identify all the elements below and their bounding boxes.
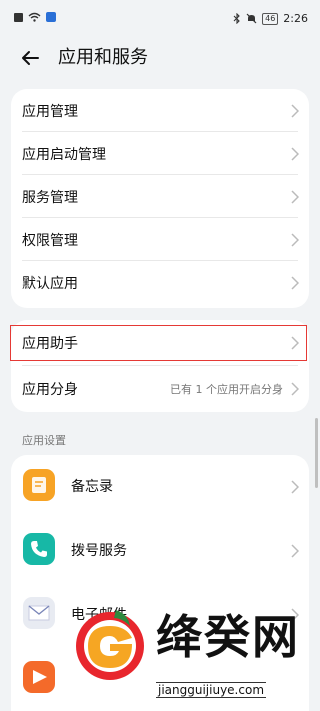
app-item-memo[interactable]: 备忘录 — [11, 455, 309, 519]
mail-app-icon — [23, 597, 55, 629]
menu-item-app-twin[interactable]: 应用分身 已有 1 个应用开启分身 — [11, 366, 309, 412]
video-app-icon — [23, 661, 55, 693]
chevron-right-icon — [291, 232, 299, 247]
wifi-icon — [28, 12, 41, 22]
menu-item-label: 默认应用 — [22, 275, 78, 292]
status-time: 2:26 — [283, 12, 308, 25]
bluetooth-icon — [233, 13, 240, 24]
status-bar: 46 2:26 — [0, 0, 320, 36]
page-header: 应用和服务 — [0, 40, 320, 76]
menu-item-label: 应用管理 — [22, 103, 78, 120]
scrollbar[interactable] — [315, 418, 318, 488]
chevron-right-icon — [291, 146, 299, 161]
chevron-right-icon — [291, 480, 299, 494]
settings-group-assist: 应用助手 应用分身 已有 1 个应用开启分身 — [11, 320, 309, 412]
settings-group-apps: 应用管理 应用启动管理 服务管理 权限管理 默认应用 — [11, 89, 309, 308]
menu-item-label: 应用分身 — [22, 382, 78, 398]
mute-icon — [246, 13, 257, 24]
watermark-url: jiangguijiuye.com — [156, 682, 267, 698]
menu-item-label: 权限管理 — [22, 232, 78, 249]
app-item-dialer[interactable]: 拨号服务 — [11, 519, 309, 583]
menu-item-app-management[interactable]: 应用管理 — [11, 89, 309, 132]
watermark: 绛癸网 jiangguijiuye.com — [70, 600, 320, 711]
menu-item-label: 应用启动管理 — [22, 146, 106, 163]
phone-app-icon — [23, 533, 55, 565]
menu-item-app-assistant[interactable]: 应用助手 — [11, 320, 309, 366]
notification-icon — [14, 12, 23, 22]
section-title: 应用设置 — [22, 434, 66, 447]
chevron-right-icon — [291, 275, 299, 290]
memo-app-icon — [23, 469, 55, 501]
battery-icon: 46 — [262, 12, 279, 25]
app-item-label: 拨号服务 — [71, 543, 127, 559]
chevron-right-icon — [291, 382, 299, 396]
chevron-right-icon — [291, 189, 299, 204]
page-title: 应用和服务 — [58, 47, 148, 68]
app-item-label: 备忘录 — [71, 479, 113, 495]
watermark-title: 绛癸网 — [156, 610, 300, 664]
back-arrow-icon[interactable] — [18, 46, 42, 70]
app-twin-status: 已有 1 个应用开启分身 — [170, 383, 283, 396]
chevron-right-icon — [291, 336, 299, 350]
menu-item-permissions[interactable]: 权限管理 — [11, 218, 309, 261]
menu-item-label: 服务管理 — [22, 189, 78, 206]
menu-item-default-apps[interactable]: 默认应用 — [11, 261, 309, 304]
watermark-logo-icon — [76, 610, 144, 680]
menu-item-service-management[interactable]: 服务管理 — [11, 175, 309, 218]
menu-item-label: 应用助手 — [22, 336, 78, 352]
chevron-right-icon — [291, 103, 299, 118]
menu-item-app-launch[interactable]: 应用启动管理 — [11, 132, 309, 175]
app-notify-icon — [46, 12, 56, 22]
chevron-right-icon — [291, 544, 299, 558]
